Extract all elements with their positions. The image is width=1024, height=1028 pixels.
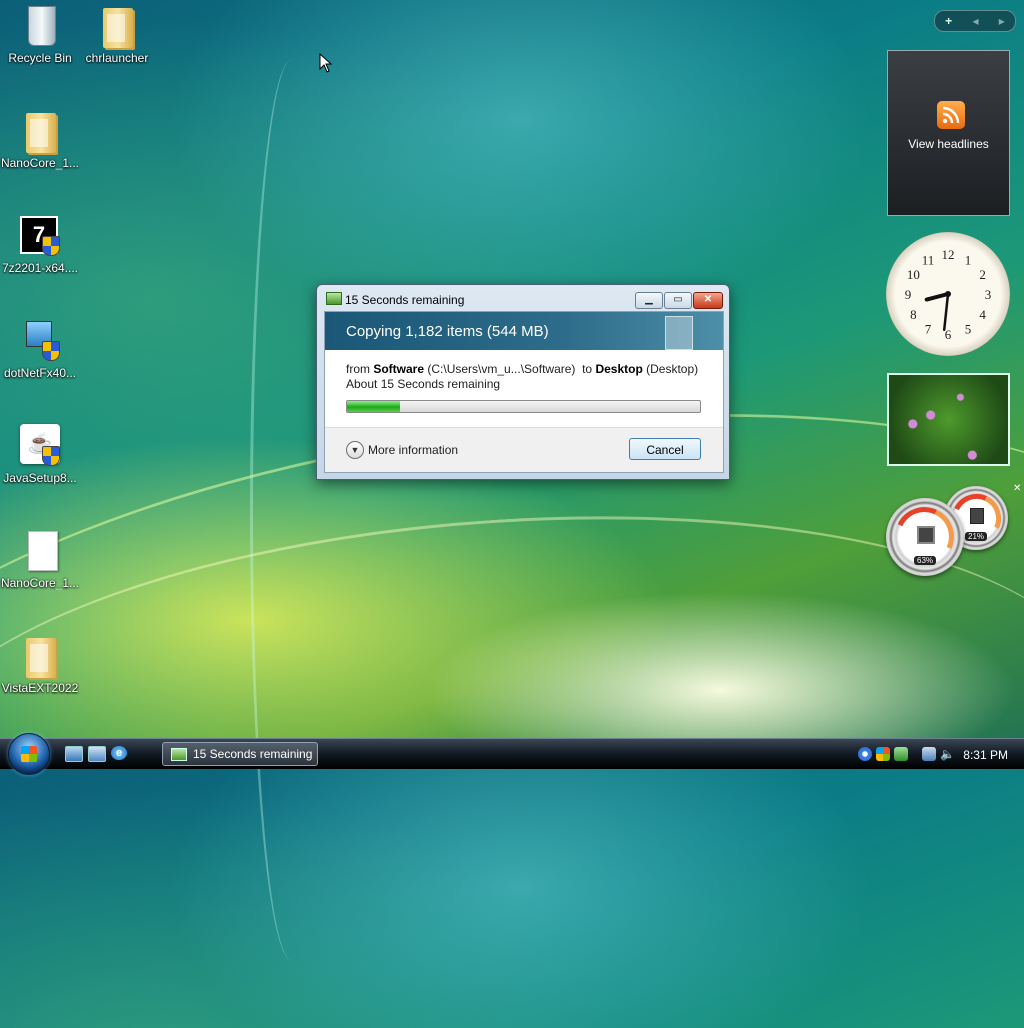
system-tray: 🔈 8:31 PM — [852, 741, 1024, 767]
desktop-icon-vistaext[interactable]: VistaEXT2022 — [0, 634, 80, 695]
desktop-icon-label: NanoCore_1... — [0, 156, 80, 170]
clock-numeral: 12 — [942, 247, 955, 262]
sidebar-controls: + ◂ ▸ — [934, 10, 1016, 32]
previous-page-button[interactable]: ◂ — [972, 14, 978, 28]
cancel-button[interactable]: Cancel — [629, 438, 701, 460]
copy-summary: Copying 1,182 items (544 MB) — [346, 323, 549, 340]
clock-numeral: 7 — [925, 322, 932, 337]
switch-windows-icon[interactable] — [88, 746, 106, 762]
clock-minute-hand — [942, 292, 950, 332]
clock-numeral: 8 — [910, 307, 917, 322]
dialog-header: Copying 1,182 items (544 MB) — [325, 312, 723, 350]
show-desktop-icon[interactable] — [65, 746, 83, 762]
clock-numeral: 10 — [907, 267, 920, 282]
clock-hour-hand — [924, 292, 950, 302]
wallpaper-streak — [250, 60, 333, 960]
clock-numeral: 5 — [965, 322, 972, 337]
desktop-icon-label: chrlauncher — [85, 51, 149, 65]
desktop-icon-label: dotNetFx40... — [3, 366, 77, 380]
memory-chip-icon — [970, 508, 984, 524]
taskbar-copy-dialog-button[interactable]: 15 Seconds remaining — [162, 742, 318, 766]
destination-path: (Desktop) — [646, 362, 699, 376]
volume-muted-icon[interactable]: 🔈 — [940, 747, 955, 761]
desktop-icon-label: JavaSetup8... — [3, 471, 77, 485]
maximize-button[interactable]: ▭ — [664, 292, 692, 309]
installer-icon — [18, 319, 62, 363]
cpu-percent: 63% — [913, 556, 937, 566]
clock-numeral: 2 — [979, 267, 986, 282]
taskbar-clock[interactable]: 8:31 PM — [963, 748, 1008, 762]
java-installer-icon: ☕ — [18, 424, 62, 468]
time-remaining: About 15 Seconds remaining — [346, 377, 501, 391]
desktop-icon-label: VistaEXT2022 — [1, 681, 79, 695]
document-icon — [665, 316, 693, 350]
slideshow-gadget[interactable] — [887, 373, 1010, 466]
desktop-icon-dotnetfx[interactable]: dotNetFx40... — [0, 319, 80, 380]
internet-explorer-icon[interactable]: e — [111, 746, 127, 760]
source-path: (C:\Users\vm_u...\Software) — [427, 362, 576, 376]
clock-numeral: 11 — [922, 252, 935, 267]
copy-progress-dialog: 15 Seconds remaining ▁ ▭ ✕ Copying 1,182… — [316, 284, 730, 480]
mouse-cursor-icon — [319, 53, 333, 73]
browser-tray-icon[interactable] — [858, 747, 872, 761]
copy-source-destination: from Software (C:\Users\vm_u...\Software… — [346, 362, 698, 376]
desktop-icon-nanocore-folder[interactable]: NanoCore_1... — [0, 109, 80, 170]
from-word: from — [346, 362, 370, 376]
taskbar-button-label: 15 Seconds remaining — [193, 747, 313, 761]
copy-icon — [171, 747, 187, 761]
clock-gadget[interactable]: 12 1 2 3 4 5 6 7 8 9 10 11 — [886, 232, 1010, 356]
minimize-button[interactable]: ▁ — [635, 292, 663, 309]
recycle-bin-icon — [18, 4, 62, 48]
clock-numeral: 4 — [979, 307, 986, 322]
dialog-titlebar[interactable]: 15 Seconds remaining ▁ ▭ ✕ — [317, 285, 729, 311]
document-icon — [18, 529, 62, 573]
progress-fill — [347, 401, 400, 412]
7zip-installer-icon: 7 — [18, 214, 62, 258]
chevron-down-icon: ▼ — [346, 441, 364, 459]
folder-icon — [18, 634, 62, 678]
cpu-chip-icon — [917, 526, 935, 544]
windows-defender-icon[interactable] — [894, 747, 908, 761]
security-center-icon[interactable] — [876, 747, 890, 761]
desktop-icon-javasetup[interactable]: ☕ JavaSetup8... — [0, 424, 80, 485]
more-information-toggle[interactable]: ▼ More information — [346, 441, 458, 459]
next-page-button[interactable]: ▸ — [999, 14, 1005, 28]
copy-progress-bar — [346, 400, 701, 413]
desktop-icon-label: 7z2201-x64.... — [1, 261, 79, 275]
close-button[interactable]: ✕ — [693, 292, 723, 309]
add-gadget-button[interactable]: + — [945, 14, 952, 28]
clock-numeral: 6 — [945, 327, 952, 342]
destination-name[interactable]: Desktop — [595, 362, 642, 376]
view-headlines-label: View headlines — [908, 137, 989, 151]
desktop-icon-label: Recycle Bin — [8, 51, 72, 65]
folder-icon — [18, 109, 62, 153]
more-information-label: More information — [368, 443, 459, 457]
desktop-icon-7zip[interactable]: 7 7z2201-x64.... — [0, 214, 80, 275]
desktop-icon-recycle-bin[interactable]: Recycle Bin — [0, 4, 80, 65]
memory-percent: 21% — [964, 532, 988, 542]
taskbar: e 15 Seconds remaining 🔈 8:31 PM — [0, 733, 1024, 775]
dialog-title: 15 Seconds remaining — [345, 293, 465, 307]
source-name[interactable]: Software — [373, 362, 424, 376]
to-word: to — [582, 362, 593, 376]
network-icon[interactable] — [922, 747, 936, 761]
feed-headlines-gadget[interactable]: View headlines — [887, 50, 1010, 216]
clock-numeral: 9 — [905, 287, 912, 302]
dialog-footer: ▼ More information Cancel — [325, 427, 723, 472]
desktop-icon-nanocore-file[interactable]: NanoCore_1... — [0, 529, 80, 590]
dialog-content: Copying 1,182 items (544 MB) from Softwa… — [324, 311, 724, 473]
copy-icon — [326, 292, 342, 305]
folder-icon — [95, 4, 139, 48]
clock-face: 12 12 3 45678 9 1011 — [905, 247, 992, 342]
clock-numeral: 3 — [985, 287, 992, 302]
desktop-icon-label: NanoCore_1... — [0, 576, 80, 590]
windows-logo-icon — [21, 746, 37, 762]
rss-feed-icon — [937, 101, 965, 129]
desktop-icon-chrlauncher[interactable]: chrlauncher — [77, 4, 157, 65]
gadget-close-icon[interactable]: ✕ — [1013, 483, 1021, 494]
start-button[interactable] — [8, 733, 50, 775]
cpu-meter-gadget[interactable]: 63% — [886, 498, 964, 576]
clock-numeral: 1 — [965, 252, 972, 267]
